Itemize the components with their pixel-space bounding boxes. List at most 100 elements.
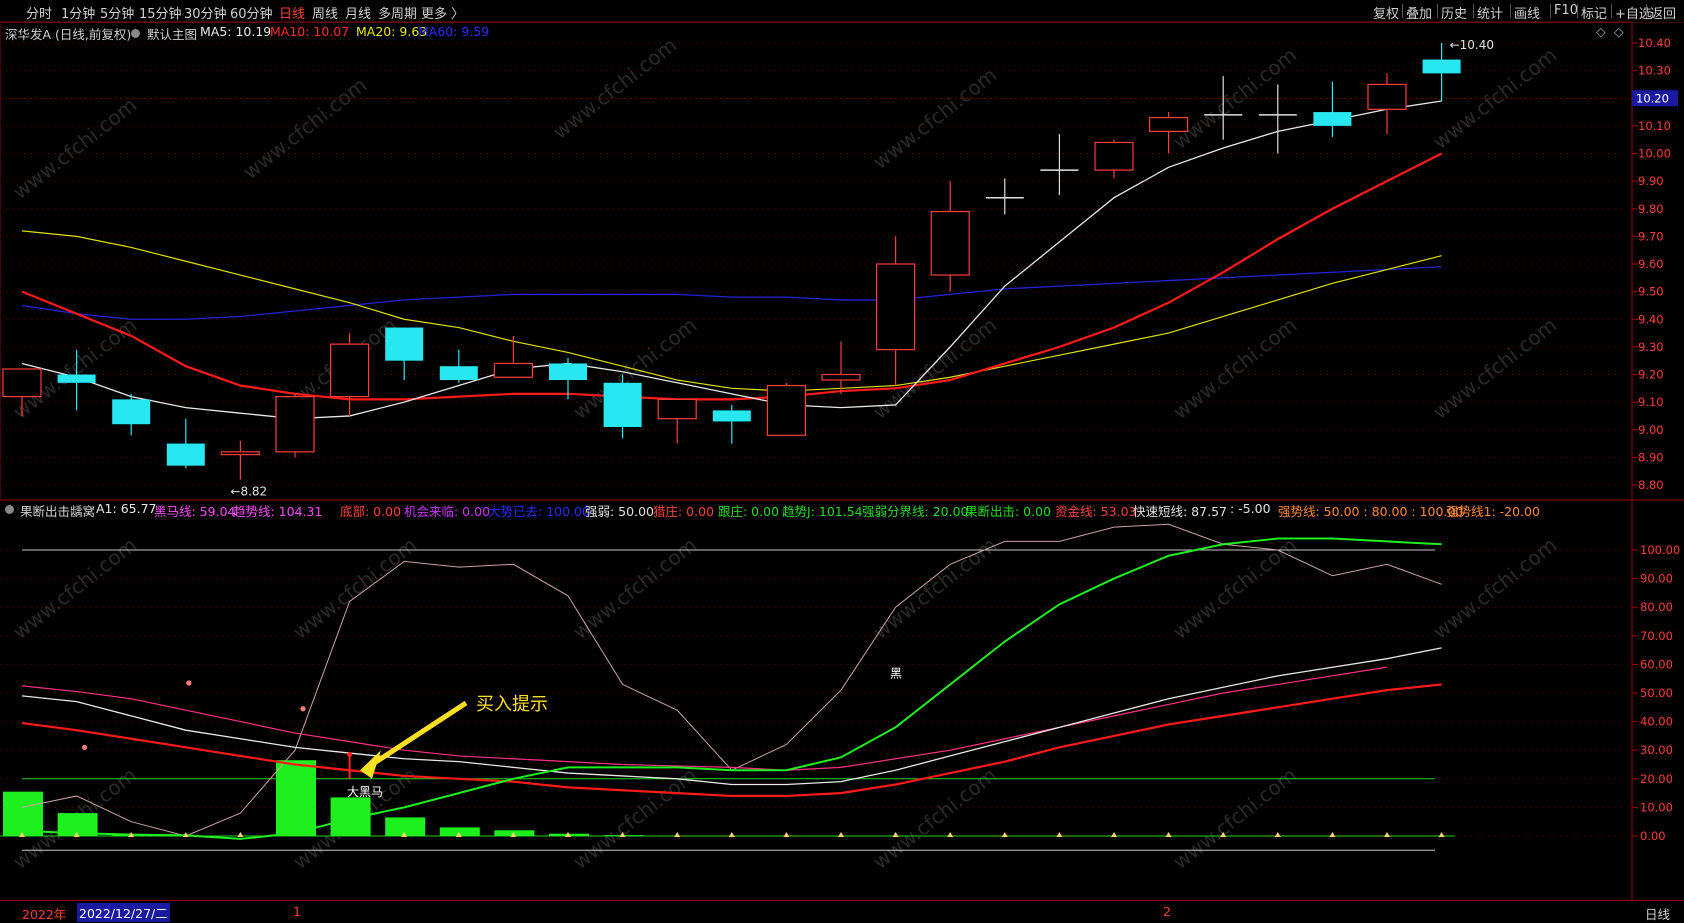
toolbar-separator <box>1402 4 1403 18</box>
candle-body <box>220 451 260 456</box>
indicator-name[interactable]: 果断出击龋窝 <box>20 501 95 520</box>
candle-body <box>1422 59 1461 74</box>
buy-arrow-shaft <box>370 700 468 767</box>
ma60-line <box>21 266 1442 320</box>
current-price-box <box>1632 90 1678 107</box>
ma5-value: MA5: 10.19 <box>200 24 272 39</box>
zero-mark <box>510 832 517 837</box>
toolbar-separator <box>1550 4 1551 18</box>
indicator-tick-label: 20.00 <box>1640 772 1673 786</box>
watermark-text: www.cfchi.com <box>548 33 681 144</box>
dark-horse-label: 大黑马 <box>347 785 383 799</box>
liezhuang-value: 猎庄: 0.00 <box>653 504 715 519</box>
candle-body <box>330 343 370 398</box>
price-tick-label: 9.00 <box>1638 423 1664 437</box>
signal-dot <box>300 706 306 712</box>
period-tab[interactable]: 更多 〉 <box>421 3 464 22</box>
watermark-text: www.cfchi.com <box>868 533 1001 644</box>
month-label: 2 <box>1163 904 1171 919</box>
candle-body <box>1313 112 1352 126</box>
chart-name[interactable]: 默认主图 <box>147 24 197 43</box>
toolbar-button[interactable]: 标记 <box>1581 3 1607 22</box>
zero-mark <box>128 832 135 837</box>
period-tab[interactable]: 月线 <box>345 3 371 22</box>
price-tick-label: 10.20 <box>1638 91 1671 105</box>
stock-title: 深华发A (日线,前复权) <box>5 27 132 42</box>
period-label[interactable]: 日线 <box>1645 904 1670 923</box>
ma10-line <box>21 152 1443 401</box>
watermark-text: www.cfchi.com <box>1168 313 1301 424</box>
buy-hint-label: 买入提示 <box>476 694 548 715</box>
toolbar-button[interactable]: 复权 <box>1373 3 1399 22</box>
period-tab[interactable]: 60分钟 <box>230 3 273 22</box>
kuaisu-value: 快速短线: 87.57 <box>1133 504 1227 519</box>
diamond-icon[interactable]: ◇ <box>1596 24 1606 39</box>
candle-body <box>112 399 151 425</box>
candle-body <box>875 263 916 351</box>
indicator-tick-label: 0.00 <box>1640 829 1666 843</box>
period-tab[interactable]: 5分钟 <box>100 3 134 22</box>
ma20-value: MA20: 9.63 <box>356 24 428 39</box>
price-tick-label: 9.90 <box>1638 174 1664 188</box>
period-tab[interactable]: 1分钟 <box>61 3 95 22</box>
candle-body <box>493 362 533 378</box>
candle-body <box>657 398 697 420</box>
candle-body <box>1367 83 1407 110</box>
price-tick-label: 9.50 <box>1638 285 1664 299</box>
watermark-text: www.cfchi.com <box>868 763 1001 874</box>
indicator-tick-label: 40.00 <box>1640 715 1673 729</box>
diamond-icon[interactable]: ◇ <box>1614 24 1624 39</box>
current-price-label: 10.20 <box>1636 91 1669 105</box>
toolbar-separator <box>1437 4 1438 18</box>
zero-mark <box>1220 832 1227 837</box>
price-tick-label: 10.40 <box>1638 36 1671 50</box>
period-tab[interactable]: 日线 <box>279 3 305 22</box>
toolbar-button[interactable]: 叠加 <box>1406 3 1432 22</box>
zijin-line <box>21 683 1442 798</box>
price-tick-label: 8.80 <box>1638 478 1664 492</box>
toolbar-button[interactable]: 统计 <box>1477 3 1503 22</box>
jihui-value: 机会来临: 0.00 <box>404 504 491 519</box>
zero-mark <box>1111 832 1117 837</box>
ma20-line <box>21 230 1442 392</box>
period-tab[interactable]: 多周期 <box>378 3 417 22</box>
price-tick-label: 8.90 <box>1638 450 1664 464</box>
indicator-bar <box>112 834 153 836</box>
toolbar-button[interactable]: 画线 <box>1514 3 1540 22</box>
genzhuang-value: 跟庄: 0.00 <box>718 504 780 519</box>
watermark-text: www.cfchi.com <box>8 763 141 874</box>
toolbar-button[interactable]: F10 <box>1554 3 1578 18</box>
indicator-bar <box>439 827 480 836</box>
price-tick-label: 9.20 <box>1638 368 1664 382</box>
watermark-text: www.cfchi.com <box>8 313 141 424</box>
toolbar-button[interactable]: 返回 <box>1650 3 1676 22</box>
zero-mark <box>73 832 80 837</box>
period-tab[interactable]: 周线 <box>312 3 338 22</box>
zero-mark <box>947 832 954 837</box>
qushi-line <box>21 537 1442 840</box>
watermark-text: www.cfchi.com <box>568 763 701 874</box>
period-tab[interactable]: 15分钟 <box>139 3 182 22</box>
toolbar-button[interactable]: 历史 <box>1441 3 1467 22</box>
kuaisu-line <box>731 523 1442 771</box>
indicator-tick-label: 70.00 <box>1640 629 1673 643</box>
period-tab[interactable]: 30分钟 <box>184 3 227 22</box>
kline-chart[interactable]: 10.4010.3010.2010.1010.009.909.809.709.6… <box>0 0 1684 922</box>
watermark-text: www.cfchi.com <box>568 533 701 644</box>
zero-mark <box>237 832 244 837</box>
watermark-text: www.cfchi.com <box>868 63 1001 174</box>
date-cursor-label: 2022/12/27/二 <box>77 903 170 922</box>
period-tab[interactable]: 分时 <box>26 3 52 22</box>
price-tick-label: 9.60 <box>1638 257 1664 271</box>
price-tick-label: 9.80 <box>1638 202 1664 216</box>
zero-mark <box>674 832 681 837</box>
candle-body <box>549 363 587 381</box>
indicator-bar <box>330 797 371 836</box>
indicator-bar <box>385 817 426 836</box>
indicator-tick-label: 60.00 <box>1640 657 1673 671</box>
indicator-tick-label: 30.00 <box>1640 743 1673 757</box>
watermark-text: www.cfchi.com <box>1428 313 1561 424</box>
indicator-tick-label: 10.00 <box>1640 800 1673 814</box>
main-chart-header: 深华发A (日线,前复权) 默认主图 MA5: 10.19 MA10: 10.0… <box>0 22 1630 43</box>
indicator-tick-label: 80.00 <box>1640 600 1673 614</box>
